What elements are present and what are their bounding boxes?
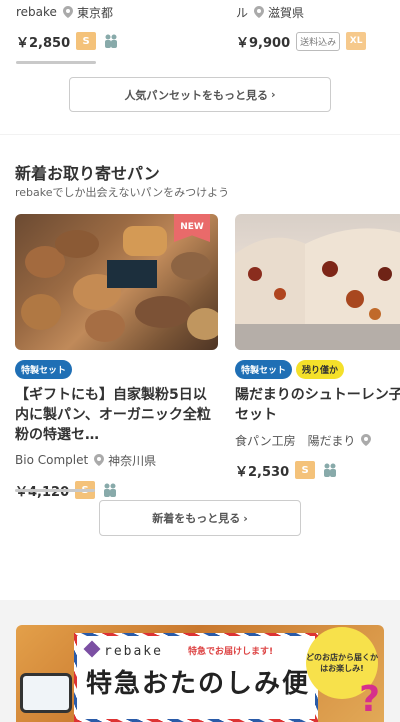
section-divider: [0, 134, 400, 135]
people-icon: [105, 34, 118, 48]
product-card[interactable]: rebake 東京都 ￥2,850 S: [16, 0, 216, 52]
tag-low-stock: 残り僅か: [296, 360, 345, 379]
location-pin-icon: [361, 434, 372, 446]
location: 滋賀県: [268, 5, 305, 20]
product-card[interactable]: NEW 特製セット 【ギフトにも】自家製粉5日以内に製パン、オーガニック全粒粉の…: [15, 214, 218, 501]
carousel-scroll-indicator[interactable]: [15, 489, 95, 492]
new-arrivals-more-button[interactable]: 新着をもっと見る ›: [99, 500, 301, 536]
location-pin-icon: [254, 6, 265, 18]
chevron-right-icon: ›: [243, 511, 248, 525]
section-subtitle: rebakeでしか出会えないパンをみつけよう: [15, 186, 230, 199]
shop-name: ル: [236, 5, 249, 20]
popular-sets-more-button[interactable]: 人気パンセットをもっと見る ›: [69, 77, 331, 112]
price: ￥9,900: [236, 35, 291, 51]
location-pin-icon: [62, 6, 73, 18]
tag-special-set: 特製セット: [235, 360, 293, 379]
more-button-label: 人気パンセットをもっと見る: [124, 88, 268, 102]
price: ￥2,530: [235, 464, 290, 480]
product-image[interactable]: [235, 214, 400, 350]
question-mark-icon: ?: [359, 679, 380, 720]
location: 神奈川県: [108, 453, 157, 468]
shop-name: Bio Complet: [15, 453, 89, 467]
more-button-label: 新着をもっと見る: [152, 512, 241, 525]
shop-name: 食パン工房 陽だまり: [235, 433, 356, 448]
banner-subtitle: 特急でお届けします!: [188, 647, 274, 657]
shop-name: rebake: [16, 5, 57, 19]
carousel-scroll-indicator[interactable]: [16, 61, 96, 64]
tag-special-set: 特製セット: [15, 360, 73, 379]
truck-icon: [20, 673, 72, 713]
banner-logo: rebake: [104, 644, 163, 659]
stollen-illustration: [235, 228, 400, 350]
size-badge: XL: [346, 32, 367, 50]
section-title: 新着お取り寄せパン: [15, 164, 160, 183]
express-surprise-banner[interactable]: rebake 特急でお届けします! 特急おたのしみ便 どのお店から届くかはお楽し…: [16, 625, 384, 722]
product-card[interactable]: ル 滋賀県 ￥9,900 送料込み XL: [236, 0, 400, 52]
product-title[interactable]: 陽だまりのシュトーレン子セット: [235, 385, 400, 425]
banner-title: 特急おたのしみ便: [86, 669, 311, 699]
price: ￥2,850: [16, 35, 71, 51]
product-title[interactable]: 【ギフトにも】自家製粉5日以内に製パン、オーガニック全粒粉の特選セ…: [15, 385, 218, 445]
location: 東京都: [76, 5, 113, 20]
rebake-logo-icon: [83, 640, 101, 658]
location-pin-icon: [94, 454, 105, 466]
people-icon: [104, 483, 117, 497]
size-badge: S: [76, 32, 97, 50]
product-image[interactable]: NEW: [15, 214, 218, 350]
product-card[interactable]: 特製セット 残り僅か 陽だまりのシュトーレン子セット 食パン工房 陽だまり ￥2…: [235, 214, 400, 481]
popular-sets-row-tail: rebake 東京都 ￥2,850 S ル 滋賀県 ￥9,900 送料込み XL: [0, 0, 400, 70]
shipping-included-badge: 送料込み: [296, 31, 341, 51]
people-icon: [324, 463, 337, 477]
chevron-right-icon: ›: [271, 88, 276, 101]
size-badge: S: [295, 461, 316, 479]
